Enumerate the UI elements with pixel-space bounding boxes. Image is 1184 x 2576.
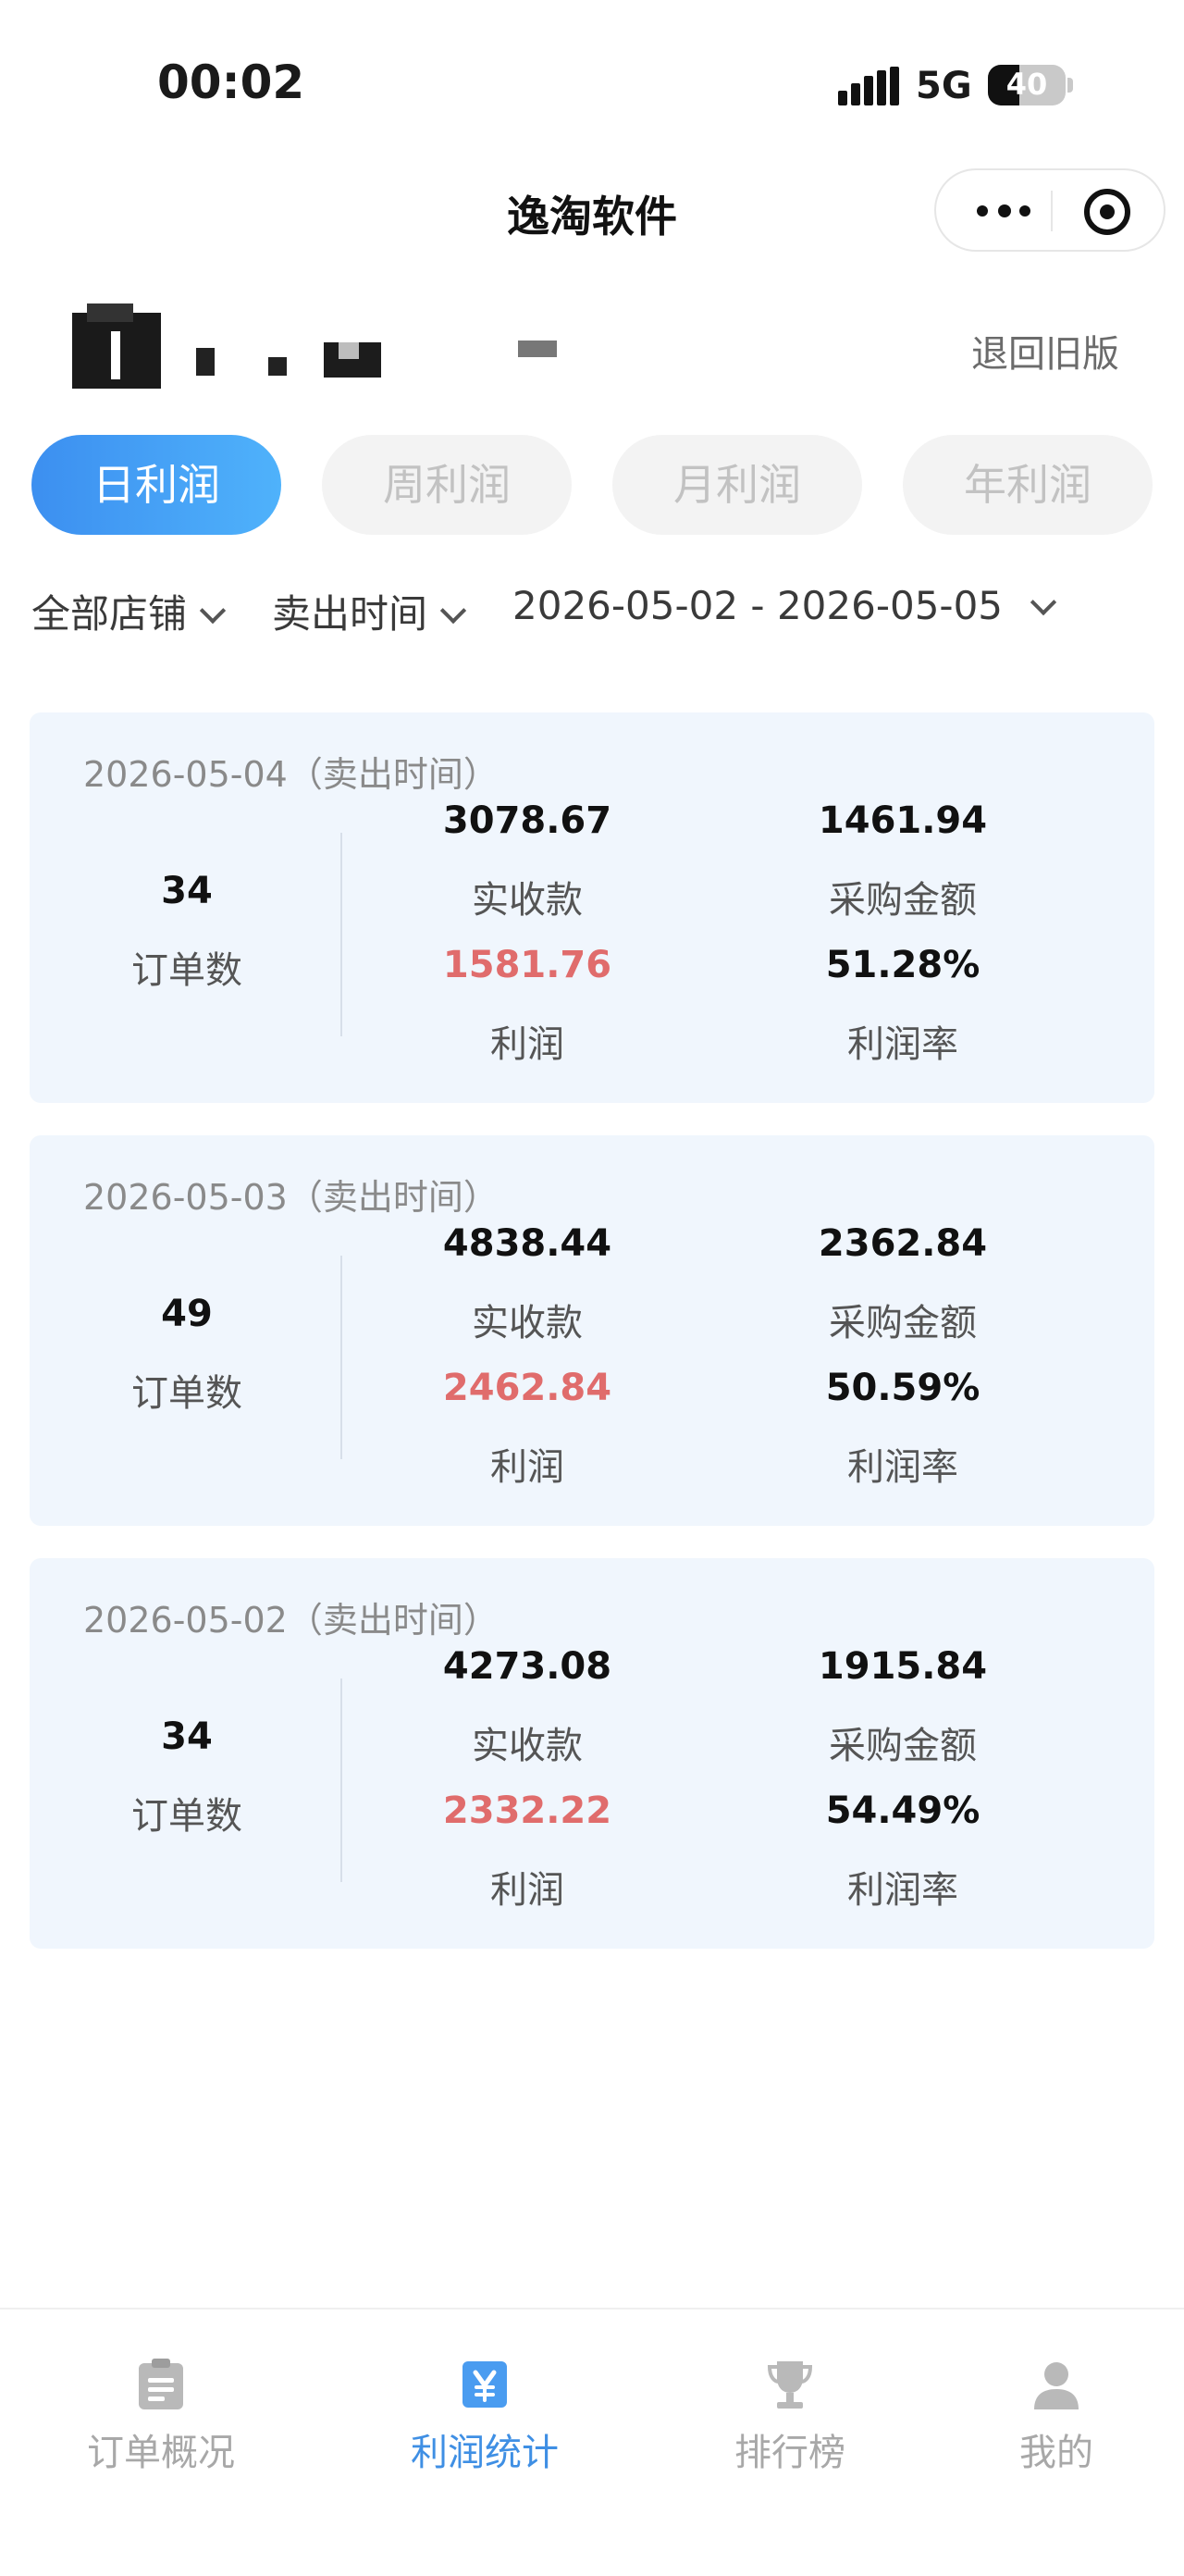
old-version-link[interactable]: 退回旧版 xyxy=(971,324,1119,378)
date-range-picker[interactable]: 2026-05-02 - 2026-05-05 xyxy=(512,583,1057,628)
order-count-value: 34 xyxy=(161,870,213,912)
time-type-dropdown[interactable]: 卖出时间 xyxy=(272,583,467,639)
time-type-label: 卖出时间 xyxy=(272,591,428,637)
margin-label: 利润率 xyxy=(847,1023,958,1066)
revenue-value: 3078.67 xyxy=(442,799,612,842)
status-bar: 00:02 5G 40 xyxy=(0,0,1184,139)
nav-bar: 逸淘软件 xyxy=(0,167,1184,259)
tab-daily-profit[interactable]: 日利润 xyxy=(31,435,281,535)
purchase-label: 采购金额 xyxy=(829,879,977,922)
purchase-label: 采购金额 xyxy=(829,1725,977,1767)
bottom-tab-bar: 订单概况 利润统计 排行榜 我的 xyxy=(0,2308,1184,2576)
chevron-down-icon xyxy=(1030,588,1057,616)
tabbar-label: 利润统计 xyxy=(411,2432,559,2474)
profit-card: 2026-05-04（卖出时间） 34 订单数 3078.67 实收款 1581… xyxy=(30,712,1154,1103)
battery-icon: 40 xyxy=(988,65,1066,105)
revenue-label: 实收款 xyxy=(472,1725,583,1767)
yen-icon xyxy=(462,2361,507,2408)
tabbar-item-mine[interactable]: 我的 xyxy=(945,2310,1167,2495)
close-target-icon[interactable] xyxy=(1084,189,1130,235)
signal-icon xyxy=(838,67,899,105)
profit-value: 1581.76 xyxy=(442,944,612,986)
revenue-label: 实收款 xyxy=(472,1302,583,1344)
shop-header: 退回旧版 xyxy=(0,294,1184,396)
tabbar-label: 排行榜 xyxy=(734,2432,845,2474)
profit-card: 2026-05-02（卖出时间） 34 订单数 4273.08 实收款 2332… xyxy=(30,1558,1154,1949)
margin-label: 利润率 xyxy=(847,1869,958,1912)
profit-label: 利润 xyxy=(490,1446,564,1489)
purchase-value: 1461.94 xyxy=(818,799,988,842)
revenue-value: 4273.08 xyxy=(442,1645,612,1688)
profit-label: 利润 xyxy=(490,1023,564,1066)
tabbar-item-ranking[interactable]: 排行榜 xyxy=(679,2310,901,2495)
chevron-down-icon xyxy=(199,597,227,625)
profit-value: 2332.22 xyxy=(442,1790,612,1832)
battery-level: 40 xyxy=(1005,67,1048,102)
card-divider xyxy=(340,833,342,1036)
revenue-value: 4838.44 xyxy=(442,1222,612,1265)
shop-name-redacted xyxy=(72,303,557,389)
margin-label: 利润率 xyxy=(847,1446,958,1489)
profit-card: 2026-05-03（卖出时间） 49 订单数 4838.44 实收款 2462… xyxy=(30,1135,1154,1526)
miniprogram-capsule xyxy=(934,168,1166,252)
more-icon[interactable] xyxy=(962,178,1045,242)
purchase-label: 采购金额 xyxy=(829,1302,977,1344)
tabbar-item-profit[interactable]: 利润统计 xyxy=(374,2310,596,2495)
card-date: 2026-05-03（卖出时间） xyxy=(83,1177,499,1218)
card-divider xyxy=(340,1256,342,1459)
clipboard-icon xyxy=(139,2359,183,2409)
profit-value: 2462.84 xyxy=(442,1367,612,1409)
battery-tip xyxy=(1067,78,1073,93)
card-date: 2026-05-02（卖出时间） xyxy=(83,1600,499,1641)
status-time: 00:02 xyxy=(157,56,305,109)
user-icon xyxy=(1034,2362,1079,2409)
capsule-divider xyxy=(1051,191,1053,231)
tab-weekly-profit[interactable]: 周利润 xyxy=(322,435,572,535)
period-tabs: 日利润 周利润 月利润 年利润 xyxy=(31,435,1153,535)
purchase-value: 2362.84 xyxy=(818,1222,988,1265)
margin-value: 50.59% xyxy=(825,1367,980,1409)
order-count-value: 34 xyxy=(161,1715,213,1758)
order-count-value: 49 xyxy=(161,1293,213,1335)
chevron-down-icon xyxy=(439,597,467,625)
order-count-label: 订单数 xyxy=(131,1372,242,1415)
trophy-icon xyxy=(767,2361,813,2409)
shop-filter-dropdown[interactable]: 全部店铺 xyxy=(31,583,227,639)
date-range-label: 2026-05-02 - 2026-05-05 xyxy=(512,583,1004,628)
card-date: 2026-05-04（卖出时间） xyxy=(83,754,499,795)
margin-value: 54.49% xyxy=(825,1790,980,1832)
margin-value: 51.28% xyxy=(825,944,980,986)
profit-label: 利润 xyxy=(490,1869,564,1912)
purchase-value: 1915.84 xyxy=(818,1645,988,1688)
network-type: 5G xyxy=(916,65,972,107)
tab-yearly-profit[interactable]: 年利润 xyxy=(903,435,1153,535)
card-divider xyxy=(340,1678,342,1882)
order-count-label: 订单数 xyxy=(131,1795,242,1838)
revenue-label: 实收款 xyxy=(472,879,583,922)
tabbar-label: 订单概况 xyxy=(87,2432,235,2474)
tabbar-label: 我的 xyxy=(1019,2432,1093,2474)
tabbar-item-orders[interactable]: 订单概况 xyxy=(50,2310,272,2495)
shop-filter-label: 全部店铺 xyxy=(31,591,188,637)
order-count-label: 订单数 xyxy=(131,949,242,992)
tab-monthly-profit[interactable]: 月利润 xyxy=(612,435,862,535)
